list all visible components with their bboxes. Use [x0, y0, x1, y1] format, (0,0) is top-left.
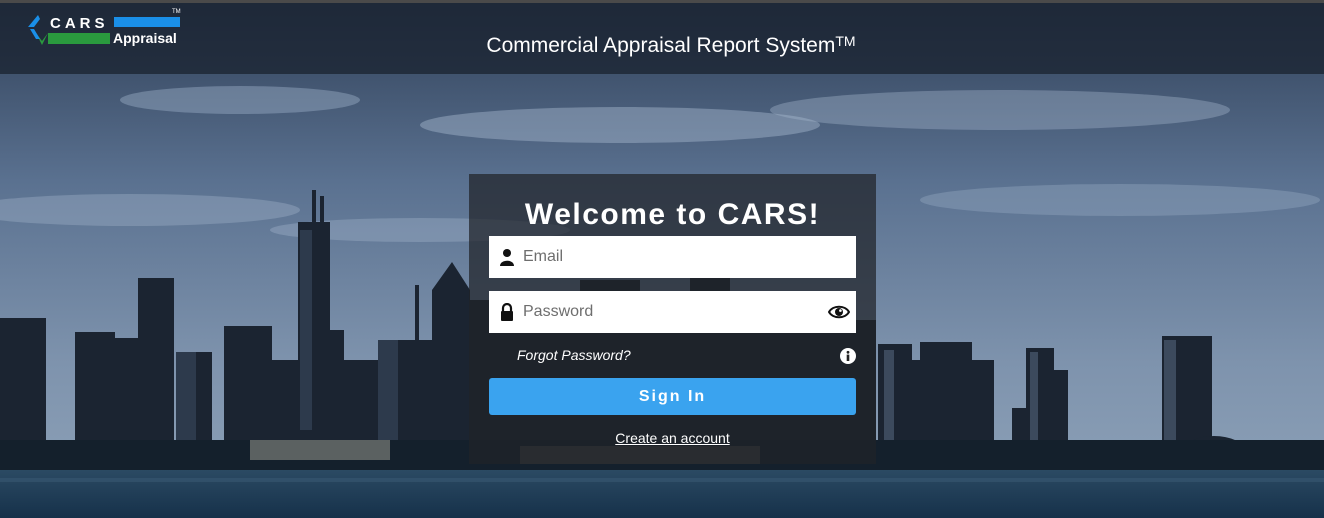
sign-in-button[interactable]: Sign In — [489, 378, 856, 415]
logo-cars-text: CARS — [50, 15, 109, 32]
info-icon[interactable] — [840, 348, 856, 364]
password-input[interactable] — [523, 291, 813, 333]
password-field — [489, 291, 856, 333]
create-account-link[interactable]: Create an account — [469, 430, 876, 446]
lock-icon — [501, 303, 513, 321]
top-header: CARS Appraisal TM Commercial Appraisal R… — [0, 0, 1324, 74]
app-title-text: Commercial Appraisal Report System — [486, 34, 836, 57]
eye-icon[interactable] — [828, 302, 850, 322]
logo-blue-bar — [114, 17, 180, 27]
forgot-password-link[interactable]: Forgot Password? — [517, 347, 631, 363]
app-title: Commercial Appraisal Report SystemTM — [0, 33, 1324, 58]
user-icon — [500, 249, 514, 266]
welcome-heading: Welcome to CARS! — [524, 198, 821, 231]
app-title-tm: TM — [835, 33, 856, 49]
login-card: Welcome to CARS! Forgot Password? Sign I… — [469, 174, 876, 464]
logo-tm: TM — [172, 9, 181, 15]
email-input[interactable] — [523, 236, 813, 278]
email-field — [489, 236, 856, 278]
